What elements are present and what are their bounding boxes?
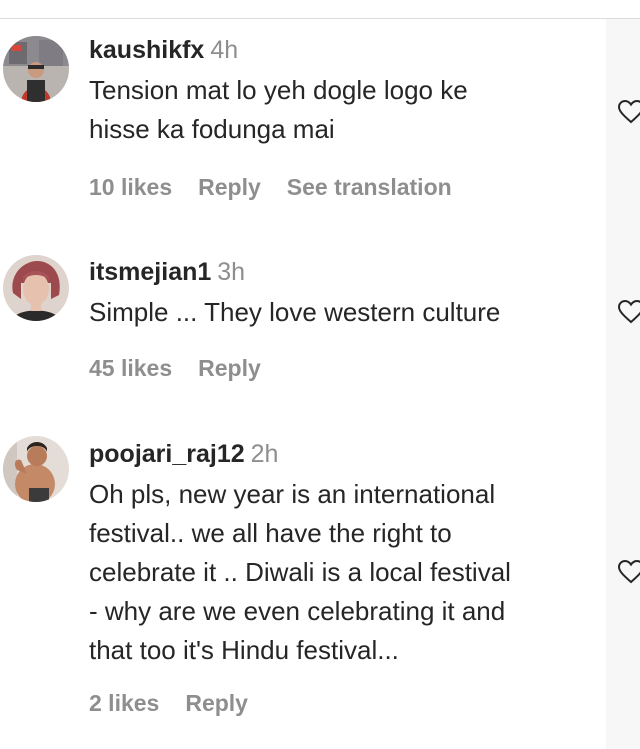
comment-line: that too it's Hindu festival...: [89, 635, 399, 665]
avatar[interactable]: [3, 255, 69, 321]
comment-actions: 45 likes Reply: [89, 355, 287, 382]
comment-header: poojari_raj12 2h: [89, 438, 599, 470]
reply-button[interactable]: Reply: [185, 690, 248, 716]
timestamp[interactable]: 4h: [210, 36, 238, 64]
likes-count[interactable]: 2 likes: [89, 690, 159, 716]
comment-actions: 10 likes Reply See translation: [89, 174, 478, 201]
username[interactable]: itsmejian1: [89, 258, 211, 286]
comment-text: Oh pls, new year is an international fes…: [89, 475, 599, 670]
comment-line: - why are we even celebrating it and: [89, 596, 506, 626]
see-translation-button[interactable]: See translation: [287, 174, 452, 200]
top-divider: [0, 18, 640, 19]
timestamp[interactable]: 2h: [251, 440, 279, 468]
comment-line: Simple ... They love western culture: [89, 297, 501, 327]
comment-header: itsmejian1 3h: [89, 256, 599, 288]
comment-line: hisse ka fodunga mai: [89, 114, 335, 144]
reply-button[interactable]: Reply: [198, 174, 261, 200]
timestamp[interactable]: 3h: [217, 258, 245, 286]
username[interactable]: poojari_raj12: [89, 440, 245, 468]
heart-outline-icon[interactable]: [618, 300, 640, 324]
likes-count[interactable]: 10 likes: [89, 174, 172, 200]
reply-button[interactable]: Reply: [198, 355, 261, 381]
avatar[interactable]: [3, 36, 69, 102]
avatar[interactable]: [3, 436, 69, 502]
comment-actions: 2 likes Reply: [89, 690, 274, 717]
likes-count[interactable]: 45 likes: [89, 355, 172, 381]
comment-line: festival.. we all have the right to: [89, 518, 452, 548]
username[interactable]: kaushikfx: [89, 36, 204, 64]
scroll-gutter: [606, 19, 640, 749]
comment-text: Simple ... They love western culture: [89, 293, 599, 332]
comment-line: Oh pls, new year is an international: [89, 479, 496, 509]
comment-line: Tension mat lo yeh dogle logo ke: [89, 75, 468, 105]
comment-text: Tension mat lo yeh dogle logo ke hisse k…: [89, 71, 599, 149]
comment-line: celebrate it .. Diwali is a local festiv…: [89, 557, 511, 587]
heart-outline-icon[interactable]: [618, 560, 640, 584]
heart-outline-icon[interactable]: [618, 100, 640, 124]
comment-header: kaushikfx 4h: [89, 34, 599, 66]
